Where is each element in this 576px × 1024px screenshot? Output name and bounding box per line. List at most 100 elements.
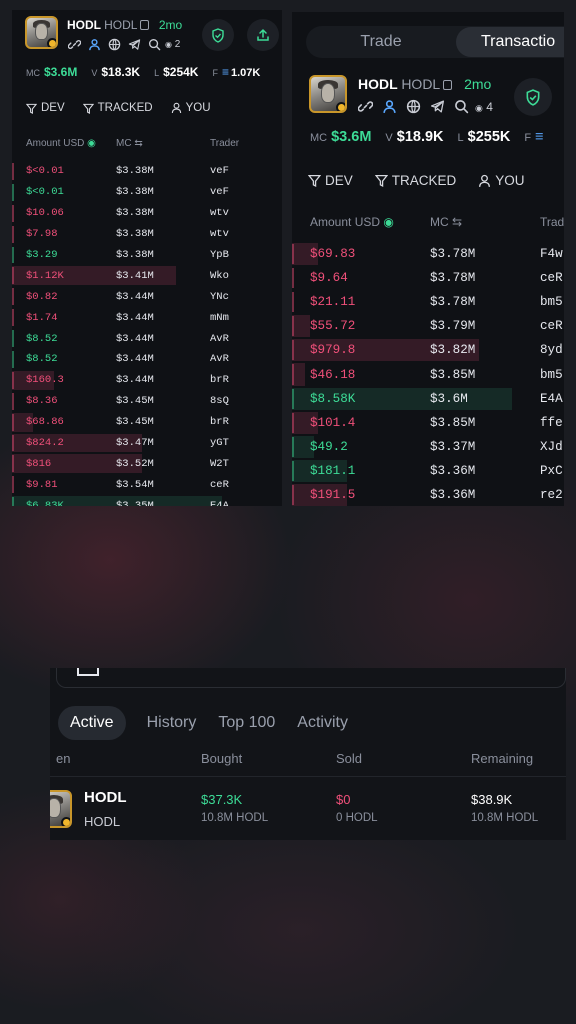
trade-trader[interactable]: ceR [540,271,563,285]
trade-trader[interactable]: E4A [210,500,229,506]
globe-icon[interactable] [406,99,421,114]
trade-trader[interactable]: wtv [210,228,229,240]
trades-list: $69.83 $3.78M F4w $9.64 $3.78M ceR $21.11 $3.78… [292,242,564,506]
trade-row[interactable]: $9.64 $3.78M ceR [292,266,564,290]
trade-trader[interactable]: mNm [210,312,229,324]
trade-row[interactable]: $824.2 $3.47M yGT [12,433,282,454]
col-amount[interactable]: Amount USD ◉ [310,215,430,229]
trade-amount: $816 [26,457,52,470]
trade-trader[interactable]: ceR [210,479,229,491]
trade-row[interactable]: $55.72 $3.79M ceR [292,314,564,338]
trade-trader[interactable]: brR [210,374,229,386]
position-row[interactable]: HODL HODL $37.3K 10.8M HODL $0 0 HODL $3… [50,776,566,840]
trade-trader[interactable]: W2T [210,458,229,470]
trade-row[interactable]: $181.1 $3.36M PxC [292,459,564,483]
token-avatar[interactable] [309,75,347,113]
tab-trade[interactable]: Trade [306,33,456,51]
trade-row[interactable]: $9.81 $3.54M ceR [12,474,282,495]
trade-row[interactable]: $160.3 $3.44M brR [12,370,282,391]
search-icon[interactable] [148,38,161,51]
trade-row[interactable]: $<0.01 $3.38M veF [12,182,282,203]
trade-row[interactable]: $7.98 $3.38M wtv [12,224,282,245]
trade-trader[interactable]: brR [210,416,229,428]
trade-row[interactable]: $101.4 $3.85M ffe [292,411,564,435]
tab-top-100[interactable]: Top 100 [207,706,286,740]
trade-row[interactable]: $1.74 $3.44M mNm [12,307,282,328]
trade-trader[interactable]: YpB [210,249,229,261]
tab-history[interactable]: History [136,706,208,740]
filter-you[interactable]: YOU [478,173,525,188]
telegram-icon[interactable] [128,38,141,51]
trade-row[interactable]: $8.58K $3.6M E4A [292,387,564,411]
trade-trader[interactable]: F4w [540,247,563,261]
filter-tracked[interactable]: TRACKED [374,173,456,188]
trade-row[interactable]: $68.86 $3.45M brR [12,412,282,433]
trade-row[interactable]: $<0.01 $3.38M veF [12,161,282,182]
share-button[interactable] [247,19,279,51]
trade-row[interactable]: $6.83K $3.35M E4A [12,495,282,506]
tab-transactions[interactable]: Transactio [456,27,564,57]
col-mc[interactable]: MC ⇆ [430,215,540,229]
trade-row[interactable]: $10.06 $3.38M wtv [12,203,282,224]
globe-icon[interactable] [108,38,121,51]
trade-trader[interactable]: veF [210,186,229,198]
trade-trader[interactable]: 8yd [540,343,563,357]
trade-row[interactable]: $8.36 $3.45M 8sQ [12,391,282,412]
trade-mc: $3.79M [430,319,476,334]
security-button[interactable] [514,78,552,116]
trade-trader[interactable]: YNc [210,291,229,303]
trade-row[interactable]: $8.52 $3.44M AvR [12,328,282,349]
trade-trader[interactable]: PxC [540,464,563,478]
trade-row[interactable]: $3.29 $3.38M YpB [12,245,282,266]
token-avatar[interactable] [25,16,58,49]
trade-row[interactable]: $21.11 $3.78M bm5 [292,290,564,314]
filter-tracked[interactable]: TRACKED [82,102,153,114]
tab-active[interactable]: Active [58,706,126,740]
fees-icon: ≡ [221,65,229,79]
user-icon[interactable] [88,38,101,51]
trade-trader[interactable]: bm5 [540,295,563,309]
search-icon[interactable] [454,99,469,114]
trade-row[interactable]: $69.83 $3.78M F4w [292,242,564,266]
trade-mc: $3.78M [430,295,476,310]
copy-icon[interactable] [140,20,150,30]
trade-trader[interactable]: 8sQ [210,395,229,407]
trade-amount: $6.83K [26,499,64,506]
trade-trader[interactable]: Wko [210,270,229,282]
pump-badge-icon [61,817,70,826]
trade-row[interactable]: $816 $3.52M W2T [12,453,282,474]
trade-row[interactable]: $979.8 $3.82M 8yd [292,338,564,362]
trade-trader[interactable]: yGT [210,437,229,449]
trade-trader[interactable]: veF [210,165,229,177]
trade-trader[interactable]: E4A [540,392,563,406]
trade-trader[interactable]: ffe [540,416,563,430]
trade-trader[interactable]: XJd [540,440,563,454]
trade-row[interactable]: $0.82 $3.44M YNc [12,286,282,307]
trade-trader[interactable]: AvR [210,353,229,365]
tab-activity[interactable]: Activity [286,706,359,740]
user-icon[interactable] [382,99,397,114]
trade-row[interactable]: $1.12K $3.41M Wko [12,265,282,286]
position-token-symbol: HODL [84,814,121,829]
trade-row[interactable]: $49.2 $3.37M XJd [292,435,564,459]
filter-dev[interactable]: DEV [308,173,353,188]
trade-row[interactable]: $191.5 $3.36M re2 [292,483,564,506]
link-icon[interactable] [68,38,81,51]
trade-trader[interactable]: ceR [540,319,563,333]
trade-trader[interactable]: bm5 [540,368,563,382]
security-button[interactable] [202,19,234,51]
trade-amount: $<0.01 [26,186,64,199]
trade-row[interactable]: $8.52 $3.44M AvR [12,349,282,370]
trade-amount: $181.1 [310,463,356,478]
copy-icon[interactable] [443,80,453,90]
telegram-icon[interactable] [430,99,445,114]
col-amount[interactable]: Amount USD ◉ [26,138,116,149]
filter-you[interactable]: YOU [171,102,211,114]
filter-dev[interactable]: DEV [26,102,65,114]
trade-row[interactable]: $46.18 $3.85M bm5 [292,362,564,386]
link-icon[interactable] [358,99,373,114]
trade-trader[interactable]: re2 [540,488,563,502]
trade-trader[interactable]: wtv [210,207,229,219]
trade-trader[interactable]: AvR [210,333,229,345]
col-mc[interactable]: MC ⇆ [116,138,210,149]
